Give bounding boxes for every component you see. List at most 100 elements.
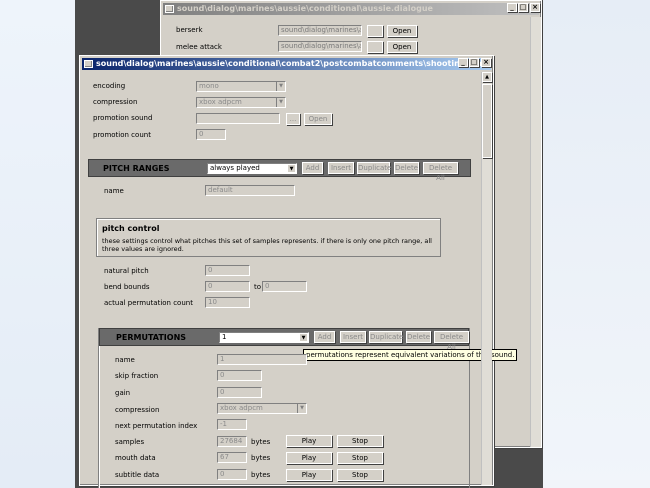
- gain-label: gain: [115, 389, 131, 397]
- promotion-sound-open-button[interactable]: Open: [304, 113, 332, 125]
- subtitle-data-unit: bytes: [251, 471, 271, 479]
- pitch-insert-button[interactable]: Insert: [328, 162, 354, 174]
- promotion-sound-field[interactable]: [196, 113, 280, 124]
- front-window-title: sound\dialog\marines\aussie\conditional\…: [96, 59, 491, 68]
- perm-add-button[interactable]: Add: [314, 331, 335, 343]
- permutation-selector[interactable]: 1 ▼: [219, 332, 309, 343]
- skip-fraction-label: skip fraction: [115, 372, 159, 380]
- close-icon[interactable]: ×: [530, 3, 540, 12]
- samples-label: samples: [115, 438, 145, 446]
- pitch-control-description: these settings control what pitches this…: [102, 237, 432, 253]
- pitch-name-field[interactable]: default: [205, 185, 295, 196]
- right-decoration: [543, 0, 650, 488]
- subtitle-data-field[interactable]: 0: [217, 469, 247, 480]
- chevron-down-icon: ▼: [287, 164, 296, 173]
- perm-compression-dropdown[interactable]: xbox adpcm ▼: [217, 403, 307, 414]
- pitch-range-selector[interactable]: always played ▼: [207, 163, 297, 174]
- compression-label: compression: [93, 98, 138, 106]
- promotion-sound-browse-button[interactable]: ...: [286, 113, 300, 125]
- perm-duplicate-button[interactable]: Duplicate: [369, 331, 403, 343]
- promotion-count-label: promotion count: [93, 131, 151, 139]
- pitch-control-title: pitch control: [102, 224, 160, 233]
- melee-attack-open-button[interactable]: Open: [387, 41, 417, 53]
- pitch-ranges-header: PITCH RANGES always played ▼ Add Insert …: [88, 159, 471, 182]
- natural-pitch-field[interactable]: 0: [205, 265, 250, 276]
- maximize-icon[interactable]: □: [469, 58, 479, 67]
- samples-unit: bytes: [251, 438, 271, 446]
- melee-attack-field[interactable]: sound\dialog\marines\aus: [278, 41, 362, 52]
- chevron-down-icon: ▼: [276, 98, 285, 107]
- compression-dropdown[interactable]: xbox adpcm ▼: [196, 97, 286, 108]
- actual-permutation-count-label: actual permutation count: [104, 299, 193, 307]
- close-icon[interactable]: ×: [481, 58, 491, 67]
- berserk-field[interactable]: sound\dialog\marines\aus: [278, 25, 362, 36]
- mouth-data-play-button[interactable]: Play: [286, 452, 332, 464]
- permutation-selected: 1: [222, 333, 227, 341]
- perm-delete-all-button[interactable]: Delete All: [434, 331, 469, 351]
- pitch-delete-button[interactable]: Delete: [394, 162, 419, 174]
- compression-value: xbox adpcm: [199, 98, 242, 106]
- pitch-duplicate-button[interactable]: Duplicate: [357, 162, 391, 174]
- berserk-label: berserk: [176, 26, 203, 34]
- back-window-scrollbar[interactable]: [530, 17, 541, 447]
- berserk-open-button[interactable]: Open: [387, 25, 417, 37]
- permutations-title: PERMUTATIONS: [116, 333, 187, 342]
- bend-bounds-to-label: to: [254, 283, 262, 291]
- samples-stop-button[interactable]: Stop: [337, 435, 383, 447]
- maximize-icon[interactable]: □: [518, 3, 528, 12]
- perm-name-label: name: [115, 356, 135, 364]
- melee-attack-browse-button[interactable]: [367, 41, 383, 53]
- mouth-data-stop-button[interactable]: Stop: [337, 452, 383, 464]
- back-window-titlebar[interactable]: sound\dialog\marines\aussie\conditional\…: [163, 3, 539, 15]
- promotion-count-field[interactable]: 0: [196, 129, 226, 140]
- chevron-down-icon: ▼: [276, 82, 285, 91]
- front-window-titlebar[interactable]: sound\dialog\marines\aussie\conditional\…: [82, 58, 491, 70]
- encoding-label: encoding: [93, 82, 126, 90]
- mouth-data-label: mouth data: [115, 454, 156, 462]
- perm-insert-button[interactable]: Insert: [340, 331, 366, 343]
- pitch-ranges-window[interactable]: sound\dialog\marines\aussie\conditional\…: [79, 55, 518, 488]
- next-permutation-index-field[interactable]: -1: [217, 419, 247, 430]
- bend-bounds-from-field[interactable]: 0: [205, 281, 250, 292]
- perm-name-field[interactable]: 1: [217, 354, 307, 365]
- left-decoration: [0, 0, 75, 488]
- pitch-delete-all-button[interactable]: Delete All: [423, 162, 458, 182]
- perm-delete-button[interactable]: Delete: [406, 331, 431, 343]
- subtitle-data-play-button[interactable]: Play: [286, 469, 332, 481]
- subtitle-data-stop-button[interactable]: Stop: [337, 469, 383, 481]
- samples-field[interactable]: 27684: [217, 436, 247, 447]
- melee-attack-label: melee attack: [176, 43, 222, 51]
- chevron-down-icon: ▼: [299, 333, 308, 342]
- encoding-dropdown[interactable]: mono ▼: [196, 81, 286, 92]
- chevron-down-icon: ▼: [297, 404, 306, 413]
- mouth-data-unit: bytes: [251, 454, 271, 462]
- promotion-sound-label: promotion sound: [93, 114, 153, 122]
- pitch-range-selected: always played: [210, 164, 260, 172]
- minimize-icon[interactable]: _: [458, 58, 468, 67]
- mouth-data-field[interactable]: 67: [217, 452, 247, 463]
- pitch-ranges-title: PITCH RANGES: [103, 164, 170, 173]
- minimize-icon[interactable]: _: [507, 3, 517, 12]
- encoding-value: mono: [199, 82, 219, 90]
- window-icon: [165, 5, 174, 13]
- pitch-name-label: name: [104, 187, 124, 195]
- back-window-title: sound\dialog\marines\aussie\conditional\…: [177, 4, 433, 13]
- bend-bounds-to-field[interactable]: 0: [262, 281, 307, 292]
- scrollbar-thumb[interactable]: [482, 84, 492, 158]
- subtitle-data-label: subtitle data: [115, 471, 160, 479]
- front-window-scrollbar[interactable]: ▲: [481, 72, 492, 485]
- berserk-browse-button[interactable]: [367, 25, 383, 37]
- natural-pitch-label: natural pitch: [104, 267, 149, 275]
- bend-bounds-label: bend bounds: [104, 283, 150, 291]
- actual-permutation-count-field[interactable]: 10: [205, 297, 250, 308]
- pitch-add-button[interactable]: Add: [302, 162, 323, 174]
- scroll-up-icon[interactable]: ▲: [482, 72, 492, 82]
- permutations-header: PERMUTATIONS 1 ▼ Add Insert Duplicate De…: [99, 328, 469, 351]
- skip-fraction-field[interactable]: 0: [217, 370, 262, 381]
- perm-compression-label: compression: [115, 406, 160, 414]
- perm-compression-value: xbox adpcm: [220, 404, 263, 412]
- samples-play-button[interactable]: Play: [286, 435, 332, 447]
- gain-field[interactable]: 0: [217, 387, 262, 398]
- next-permutation-index-label: next permutation index: [115, 422, 198, 430]
- window-icon: [84, 60, 93, 68]
